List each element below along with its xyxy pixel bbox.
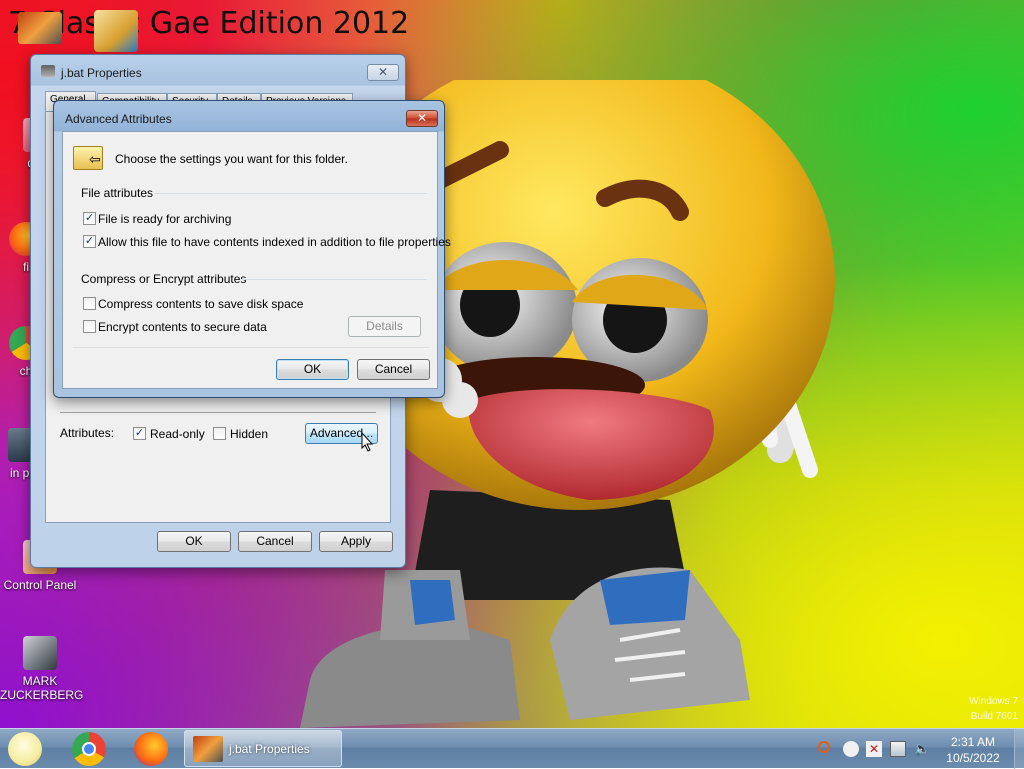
desktop-icon-label: Control Panel (3, 578, 77, 592)
taskbar-clock[interactable]: 2:31 AM 10/5/2022 (940, 734, 1006, 766)
messenger-tray-icon[interactable] (843, 741, 859, 757)
action-center-flag-icon[interactable]: ✕ (866, 741, 882, 757)
advanced-attributes-dialog: Advanced Attributes ✕ ⇦ Choose the setti… (53, 100, 451, 398)
properties-task-icon (193, 736, 223, 762)
taskbar-item-label: j.bat Properties (229, 742, 310, 756)
indexed-label: Allow this file to have contents indexed… (98, 235, 451, 249)
properties-title: j.bat Properties (61, 66, 142, 80)
user-folder-icon (23, 636, 57, 670)
taskbar-item-properties[interactable]: j.bat Properties (184, 730, 342, 767)
mail-app-icon[interactable] (94, 10, 138, 52)
details-button[interactable]: Details (348, 316, 421, 337)
readonly-checkbox[interactable]: ✓ (133, 427, 146, 440)
desktop-title: 7 Classic Gae Edition 2012 (8, 6, 410, 41)
start-button[interactable] (8, 732, 42, 766)
properties-cancel-button[interactable]: Cancel (238, 531, 312, 552)
volume-tray-icon[interactable]: 🔈 (914, 741, 930, 757)
archiving-label: File is ready for archiving (98, 212, 232, 226)
file-attributes-heading: File attributes (81, 186, 154, 200)
properties-close-button[interactable]: ✕ (367, 64, 399, 81)
advanced-content-panel: ⇦ Choose the settings you want for this … (62, 131, 451, 389)
properties-apply-button[interactable]: Apply (319, 531, 393, 552)
readonly-label: Read-only (150, 427, 205, 441)
file-attributes-line (155, 193, 427, 194)
attributes-label: Attributes: (60, 426, 115, 440)
separator (60, 412, 376, 413)
indexed-checkbox[interactable]: ✓ (83, 235, 96, 248)
show-desktop-button[interactable] (1014, 729, 1024, 769)
taskbar: j.bat Properties ✕ 🔈 2:31 AM 10/5/2022 (0, 728, 1024, 769)
archiving-checkbox[interactable]: ✓ (83, 212, 96, 225)
network-tray-icon[interactable] (890, 741, 906, 757)
clock-date: 10/5/2022 (946, 751, 1000, 765)
desktop-icon-label: fi (23, 260, 29, 274)
search-tray-icon[interactable] (818, 741, 830, 753)
firefox-taskbar-icon[interactable] (134, 732, 168, 766)
compress-encrypt-line (241, 279, 427, 280)
watermark-line: Windows 7 (969, 696, 1018, 707)
photo-app-icon[interactable] (18, 12, 62, 44)
properties-titlebar[interactable]: j.bat Properties ✕ (31, 55, 405, 85)
bat-file-icon (41, 65, 55, 77)
folder-attributes-arrow-icon: ⇦ (89, 151, 101, 167)
hidden-label: Hidden (230, 427, 269, 441)
dialog-description: Choose the settings you want for this fo… (115, 152, 348, 166)
encrypt-label: Encrypt contents to secure data (98, 320, 267, 334)
clock-time: 2:31 AM (950, 735, 996, 749)
properties-ok-button[interactable]: OK (157, 531, 231, 552)
advanced-cancel-button[interactable]: Cancel (357, 359, 430, 380)
advanced-ok-button[interactable]: OK (276, 359, 349, 380)
compress-checkbox[interactable] (83, 297, 96, 310)
hidden-checkbox[interactable] (213, 427, 226, 440)
mouse-cursor-icon (361, 432, 374, 452)
advanced-titlebar[interactable]: Advanced Attributes ✕ (54, 101, 444, 131)
compress-encrypt-heading: Compress or Encrypt attributes (81, 272, 247, 286)
dialog-separator (73, 347, 429, 348)
encrypt-checkbox[interactable] (83, 320, 96, 333)
compress-label: Compress contents to save disk space (98, 297, 304, 311)
chrome-inner-dot-icon (82, 742, 96, 756)
watermark-line: Build 7601 (970, 711, 1018, 722)
desktop-icon-mark-zuckerberg[interactable]: MARK ZUCKERBERG (0, 636, 84, 702)
windows-watermark: Windows 7 Build 7601 (969, 694, 1018, 724)
desktop: 7 Classic Gae Edition 2012 desk fi ch in… (0, 0, 1024, 728)
advanced-title: Advanced Attributes (65, 112, 172, 126)
advanced-close-button[interactable]: ✕ (406, 110, 438, 127)
desktop-icon-label: MARK ZUCKERBERG (0, 674, 84, 702)
